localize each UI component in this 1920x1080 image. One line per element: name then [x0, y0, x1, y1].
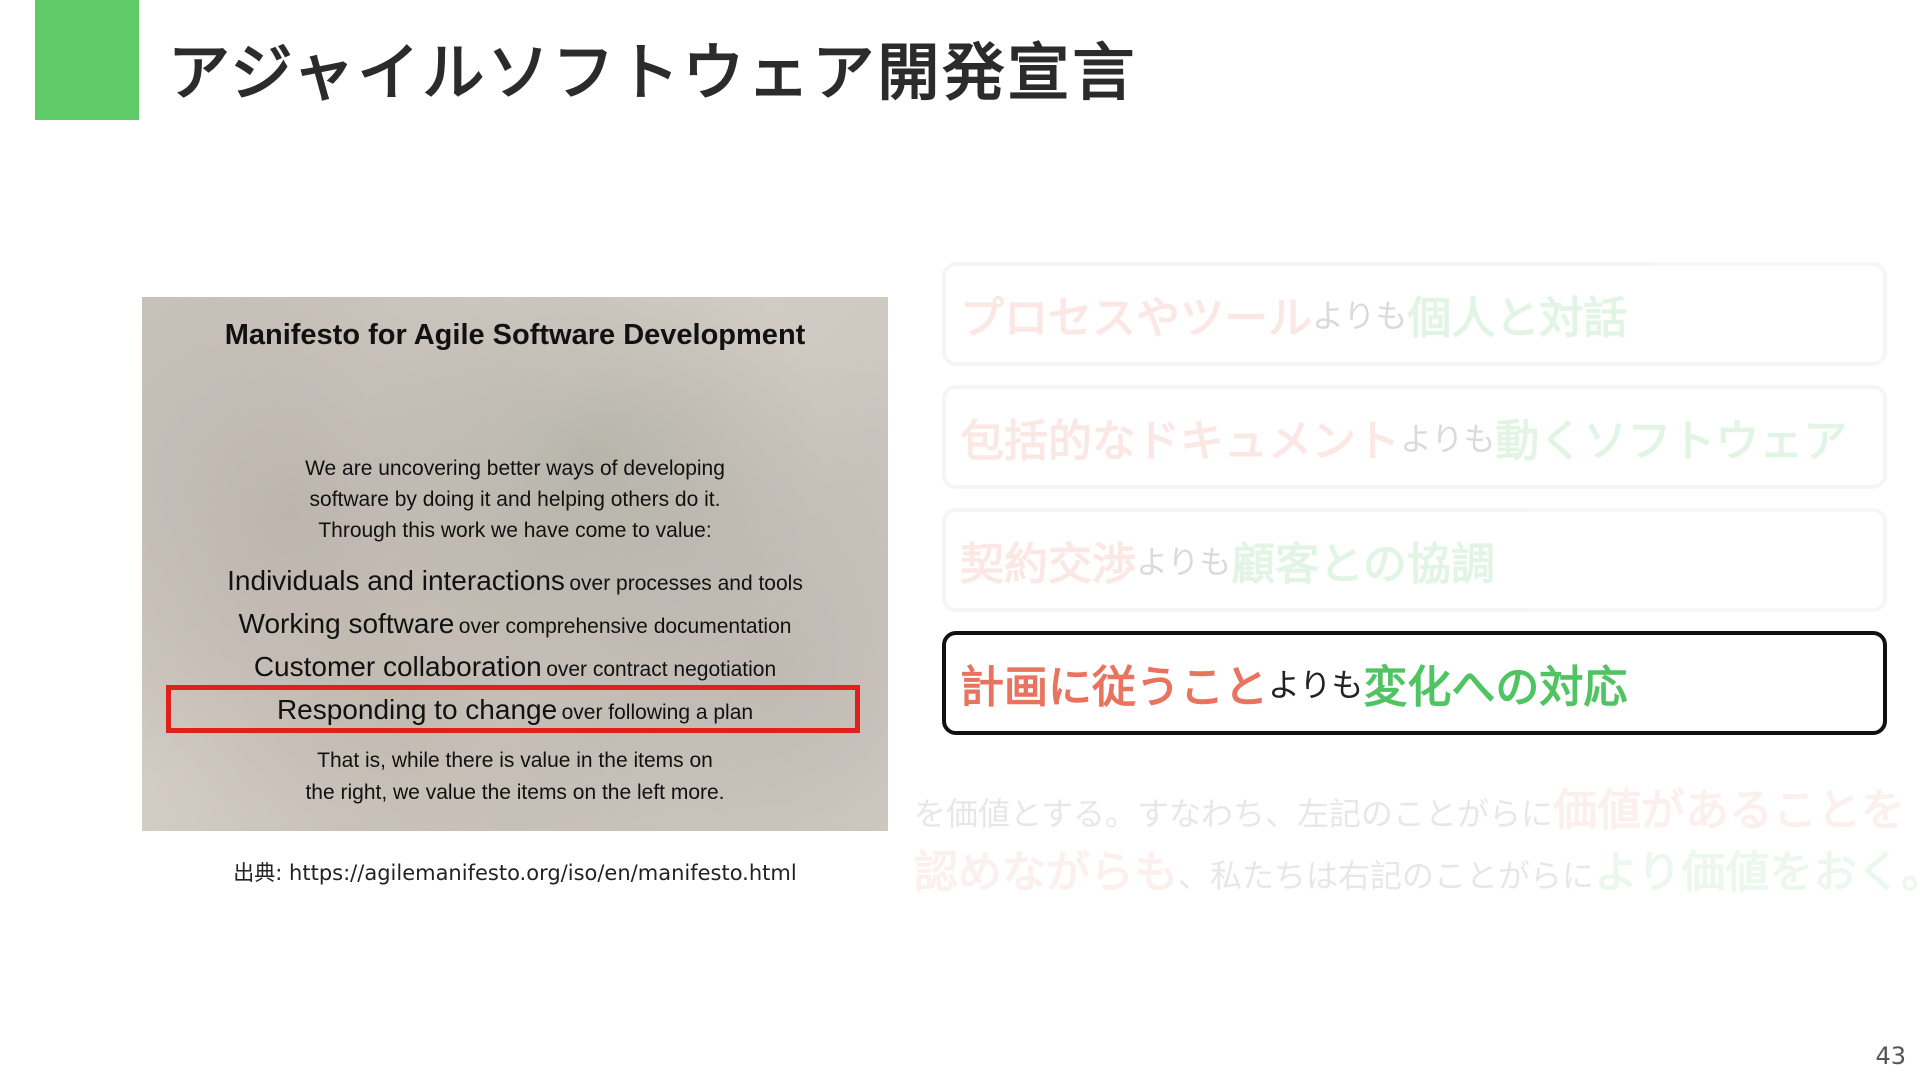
conclusion-emphasis-left: 認めながらも — [914, 847, 1178, 898]
value-card-3: 契約交渉 よりも 顧客との協調 — [942, 508, 1887, 612]
conclusion-line-2: 認めながらも、私たちは右記のことがらにより価値をおく。 — [914, 842, 1920, 904]
card-connector: よりも — [1136, 543, 1232, 581]
conclusion-emphasis-left: 価値があることを — [1553, 785, 1906, 836]
conclusion-plain: を価値とする。すなわち、左記のことがらに — [914, 795, 1554, 833]
manifesto-value-left: Customer collaboration — [253, 651, 542, 682]
manifesto-outro: That is, while there is value in the ite… — [142, 745, 888, 809]
manifesto-value-row: Customer collaboration over contract neg… — [142, 645, 888, 688]
source-citation: 出典: https://agilemanifesto.org/iso/en/ma… — [233, 861, 797, 885]
manifesto-value-left: Individuals and interactions — [227, 565, 565, 596]
manifesto-value-row: Individuals and interactions over proces… — [142, 559, 888, 602]
manifesto-intro-line: software by doing it and helping others … — [309, 488, 721, 511]
manifesto-value-right: over comprehensive documentation — [458, 615, 792, 638]
manifesto-value-row: Working software over comprehensive docu… — [142, 602, 888, 645]
conclusion-text: を価値とする。すなわち、左記のことがらに価値があることを 認めながらも、私たちは… — [914, 780, 1920, 904]
card-left-term: 計画に従うこと — [960, 662, 1268, 713]
manifesto-outro-line: the right, we value the items on the lef… — [305, 781, 725, 804]
title-accent-block — [35, 0, 139, 120]
card-connector: よりも — [1268, 666, 1364, 704]
manifesto-intro-line: We are uncovering better ways of develop… — [305, 457, 725, 480]
slide-title: アジャイルソフトウェア開発宣言 — [168, 36, 1138, 109]
card-right-term: 個人と対話 — [1407, 293, 1628, 344]
value-card-1: プロセスやツール よりも 個人と対話 — [942, 262, 1887, 366]
manifesto-outro-line: That is, while there is value in the ite… — [317, 749, 713, 772]
value-card-4-active: 計画に従うこと よりも 変化への対応 — [942, 631, 1887, 735]
page-number: 43 — [1875, 1042, 1906, 1070]
card-right-term: 変化への対応 — [1363, 662, 1628, 713]
card-left-term: プロセスやツール — [960, 293, 1312, 344]
manifesto-intro-line: Through this work we have come to value: — [318, 519, 712, 542]
card-connector: よりも — [1312, 297, 1408, 335]
manifesto-value-right: over contract negotiation — [546, 658, 777, 681]
slide: アジャイルソフトウェア開発宣言 Manifesto for Agile Soft… — [0, 0, 1920, 1080]
manifesto-value-right: over processes and tools — [569, 572, 803, 595]
highlight-box — [166, 685, 860, 733]
manifesto-image: Manifesto for Agile Software Development… — [142, 297, 888, 831]
conclusion-line-1: を価値とする。すなわち、左記のことがらに価値があることを — [914, 780, 1914, 842]
manifesto-intro: We are uncovering better ways of develop… — [142, 453, 888, 546]
card-connector: よりも — [1400, 420, 1496, 458]
value-card-2: 包括的なドキュメント よりも 動くソフトウェア — [942, 385, 1887, 489]
card-left-term: 契約交渉 — [960, 539, 1136, 590]
manifesto-heading: Manifesto for Agile Software Development — [224, 319, 806, 351]
card-left-term: 包括的なドキュメント — [960, 416, 1400, 467]
conclusion-emphasis-right: より価値をおく。 — [1594, 847, 1920, 898]
card-right-term: 顧客との協調 — [1231, 539, 1495, 590]
manifesto-value-left: Working software — [238, 608, 455, 639]
conclusion-plain: 、私たちは右記のことがらに — [1178, 857, 1595, 895]
card-right-term: 動くソフトウェア — [1495, 416, 1848, 467]
